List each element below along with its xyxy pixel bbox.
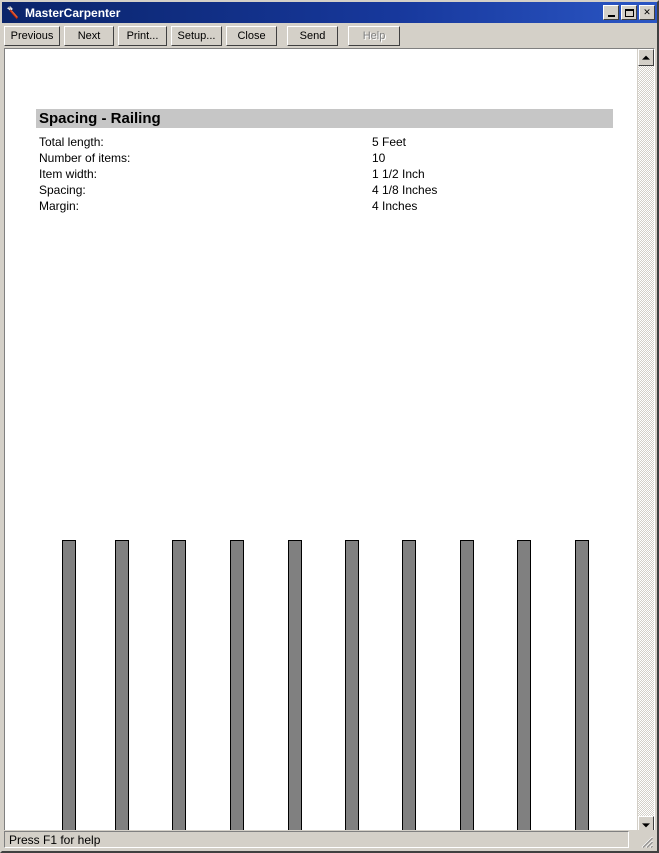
- spec-label: Margin:: [39, 199, 80, 213]
- toolbar: Previous Next Print... Setup... Close Se…: [2, 24, 657, 47]
- railing-post: [345, 540, 359, 833]
- spec-row: Total length: 5 Feet: [39, 134, 599, 150]
- spec-value: 1 1/2 Inch: [372, 167, 425, 181]
- resize-grip-icon[interactable]: [638, 833, 654, 849]
- spec-row: Spacing: 4 1/8 Inches: [39, 182, 599, 198]
- maximize-button[interactable]: [621, 5, 637, 20]
- spec-value: 4 1/8 Inches: [372, 183, 438, 197]
- hammer-icon: [5, 4, 21, 21]
- spec-value: 4 Inches: [372, 199, 418, 213]
- railing-post: [288, 540, 302, 833]
- railing-post: [517, 540, 531, 833]
- railing-post: [402, 540, 416, 833]
- document-client-area: Spacing - Railing Total length: 5 Feet N…: [4, 48, 655, 834]
- railing-post: [575, 540, 589, 833]
- setup-button[interactable]: Setup...: [171, 25, 222, 46]
- spec-value: 5 Feet: [372, 135, 407, 149]
- application-window: MasterCarpenter ✕ Previous Next Print...…: [0, 0, 659, 853]
- status-text: Press F1 for help: [9, 832, 101, 847]
- scroll-up-button[interactable]: [638, 49, 654, 66]
- close-button[interactable]: Close: [226, 25, 277, 46]
- spec-row: Margin: 4 Inches: [39, 198, 599, 214]
- help-button: Help: [348, 25, 400, 46]
- railing-post: [460, 540, 474, 833]
- report-page: Spacing - Railing Total length: 5 Feet N…: [5, 49, 637, 833]
- spec-label: Item width:: [39, 167, 98, 181]
- print-button[interactable]: Print...: [118, 25, 167, 46]
- spec-row: Number of items: 10: [39, 150, 599, 166]
- scroll-up-arrow-icon: [642, 55, 650, 60]
- railing-post: [172, 540, 186, 833]
- railing-post: [115, 540, 129, 833]
- previous-button[interactable]: Previous: [4, 25, 60, 46]
- title-bar[interactable]: MasterCarpenter ✕: [2, 2, 657, 23]
- railing-post: [230, 540, 244, 833]
- status-pane: Press F1 for help: [4, 831, 629, 848]
- report-section-header: Spacing - Railing: [36, 109, 613, 128]
- next-button[interactable]: Next: [64, 25, 114, 46]
- spec-value: 10: [372, 151, 386, 165]
- vertical-scrollbar[interactable]: [637, 49, 654, 833]
- spec-label: Number of items:: [39, 151, 131, 165]
- close-icon: ✕: [643, 7, 651, 17]
- window-controls: ✕: [603, 5, 655, 20]
- window-title: MasterCarpenter: [25, 5, 121, 20]
- spec-label: Spacing:: [39, 183, 86, 197]
- send-button[interactable]: Send: [287, 25, 338, 46]
- spec-list: Total length: 5 Feet Number of items: 10…: [39, 134, 599, 214]
- railing-post: [62, 540, 76, 833]
- scroll-down-arrow-icon: [642, 822, 650, 827]
- status-bar: Press F1 for help: [4, 830, 655, 849]
- page-title: Spacing - Railing: [39, 110, 161, 127]
- spec-row: Item width: 1 1/2 Inch: [39, 166, 599, 182]
- maximize-icon: [622, 6, 636, 19]
- minimize-button[interactable]: [603, 5, 619, 20]
- minimize-icon: [604, 6, 618, 19]
- window-close-button[interactable]: ✕: [639, 5, 655, 20]
- spec-label: Total length:: [39, 135, 104, 149]
